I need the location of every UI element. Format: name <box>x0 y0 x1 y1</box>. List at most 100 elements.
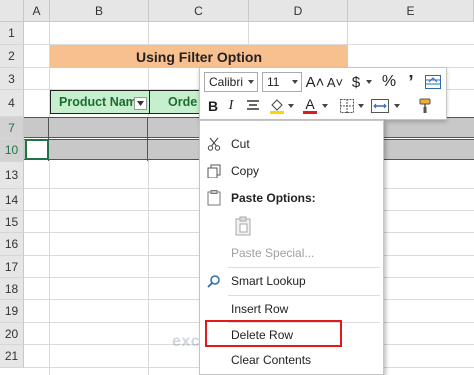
accounting-format-button[interactable]: $ <box>348 72 364 92</box>
column-header-a[interactable]: A <box>24 0 50 22</box>
row-header[interactable]: 3 <box>0 68 24 90</box>
menu-item-label: Clear Contents <box>231 353 312 367</box>
italic-button[interactable]: I <box>224 96 238 116</box>
column-label: B <box>94 3 103 18</box>
increase-font-size-button[interactable]: A˄ <box>305 72 325 92</box>
menu-item-label: Smart Lookup <box>231 274 306 288</box>
comma-icon: ’ <box>408 71 414 92</box>
copy-icon <box>200 164 228 178</box>
menu-item-insert-row[interactable]: Insert Row <box>200 298 383 320</box>
font-color-dropdown[interactable] <box>320 96 330 116</box>
column-label: E <box>406 3 415 18</box>
row-header[interactable]: 14 <box>0 189 24 211</box>
row-header-selected[interactable]: 10 <box>0 139 24 162</box>
menu-separator <box>228 295 380 296</box>
font-size-dropdown[interactable]: 11 <box>262 72 302 92</box>
merge-dropdown[interactable] <box>392 96 402 116</box>
chevron-down-icon <box>366 80 372 84</box>
decrease-font-size-button[interactable]: A˅ <box>326 72 344 92</box>
row-label: 17 <box>4 259 19 274</box>
row-label: 18 <box>4 281 19 296</box>
row-label: 7 <box>8 120 15 135</box>
row-label: 14 <box>4 192 19 207</box>
clipboard-paste-icon <box>235 216 251 236</box>
merge-cells-icon <box>371 99 389 113</box>
menu-item-smart-lookup[interactable]: Smart Lookup <box>200 270 383 292</box>
row-label: 2 <box>8 49 15 63</box>
menu-item-label: Cut <box>231 137 250 151</box>
merge-center-button[interactable] <box>370 96 390 116</box>
menu-item-label: Copy <box>231 164 260 178</box>
table-format-icon <box>425 75 441 89</box>
column-header-c[interactable]: C <box>149 0 249 22</box>
product-name-label: Product Nam <box>59 95 137 109</box>
paste-button[interactable] <box>232 213 254 239</box>
paintbrush-icon <box>419 98 431 113</box>
menu-item-copy[interactable]: Copy <box>200 160 383 182</box>
column-header-e[interactable]: E <box>348 0 474 22</box>
row-header[interactable]: 4 <box>0 90 24 117</box>
row-header[interactable]: 2 <box>0 45 24 68</box>
row-label: 21 <box>4 349 19 363</box>
format-table-button[interactable] <box>424 73 442 91</box>
borders-dropdown[interactable] <box>356 96 366 116</box>
chevron-down-icon <box>137 101 144 106</box>
row-header[interactable]: 15 <box>0 211 24 233</box>
menu-item-cut[interactable]: Cut <box>200 133 383 155</box>
cell[interactable] <box>24 118 49 139</box>
row-header[interactable]: 13 <box>0 162 24 189</box>
active-cell[interactable] <box>25 139 49 160</box>
row-label: 15 <box>4 214 19 229</box>
font-name-value: Calibri <box>209 75 244 89</box>
row-label: 10 <box>4 143 19 157</box>
font-name-dropdown[interactable]: Calibri <box>204 72 258 92</box>
row-header[interactable]: 16 <box>0 233 24 256</box>
accounting-format-dropdown[interactable] <box>364 72 374 92</box>
paint-bucket-icon <box>270 99 284 114</box>
row-header-selected[interactable]: 7 <box>0 117 24 139</box>
select-all-corner[interactable] <box>0 0 24 22</box>
row-label: 1 <box>8 26 15 40</box>
row-label: 20 <box>4 326 19 341</box>
order-label: Orde <box>168 95 198 109</box>
row-label: 13 <box>4 168 19 182</box>
font-size-value: 11 <box>267 75 280 89</box>
row-header[interactable]: 17 <box>0 256 24 278</box>
format-painter-button[interactable] <box>416 96 436 116</box>
menu-item-paste-options: Paste Options: <box>200 187 383 209</box>
chevron-down-icon <box>322 104 328 108</box>
chevron-down-icon <box>288 104 294 108</box>
scissors-icon <box>200 137 228 151</box>
chevron-down-icon <box>292 80 298 84</box>
align-center-icon <box>247 100 259 110</box>
row-header[interactable]: 18 <box>0 278 24 300</box>
font-color-swatch <box>303 110 317 114</box>
column-label: C <box>194 3 203 18</box>
row-header[interactable]: 1 <box>0 22 24 45</box>
filter-dropdown-button[interactable] <box>134 97 147 110</box>
menu-separator <box>228 267 380 268</box>
cell[interactable] <box>49 118 148 139</box>
menu-item-paste-special[interactable]: Paste Special... <box>200 242 383 264</box>
borders-grid-button[interactable] <box>338 96 356 116</box>
cell[interactable] <box>49 140 148 161</box>
highlight-box <box>205 320 342 347</box>
fill-color-button[interactable] <box>268 96 286 116</box>
row-header[interactable]: 21 <box>0 345 24 368</box>
column-header-b[interactable]: B <box>50 0 149 22</box>
fill-color-dropdown[interactable] <box>286 96 296 116</box>
borders-button[interactable] <box>244 96 262 116</box>
row-header[interactable]: 20 <box>0 323 24 345</box>
menu-item-label: Paste Special... <box>231 246 315 260</box>
menu-item-clear-contents[interactable]: Clear Contents <box>200 349 383 371</box>
bold-icon: B <box>207 98 219 114</box>
font-color-button[interactable]: A <box>302 95 318 115</box>
column-header-d[interactable]: D <box>249 0 348 22</box>
row-header[interactable]: 19 <box>0 300 24 323</box>
percent-style-button[interactable]: % <box>380 72 398 92</box>
row-label: 19 <box>4 304 19 318</box>
grow-font-icon: A˄ <box>305 73 325 91</box>
comma-style-button[interactable]: ’ <box>404 72 418 92</box>
bold-button[interactable]: B <box>206 96 220 116</box>
sheet-title-cell[interactable]: Using Filter Option <box>50 45 348 68</box>
